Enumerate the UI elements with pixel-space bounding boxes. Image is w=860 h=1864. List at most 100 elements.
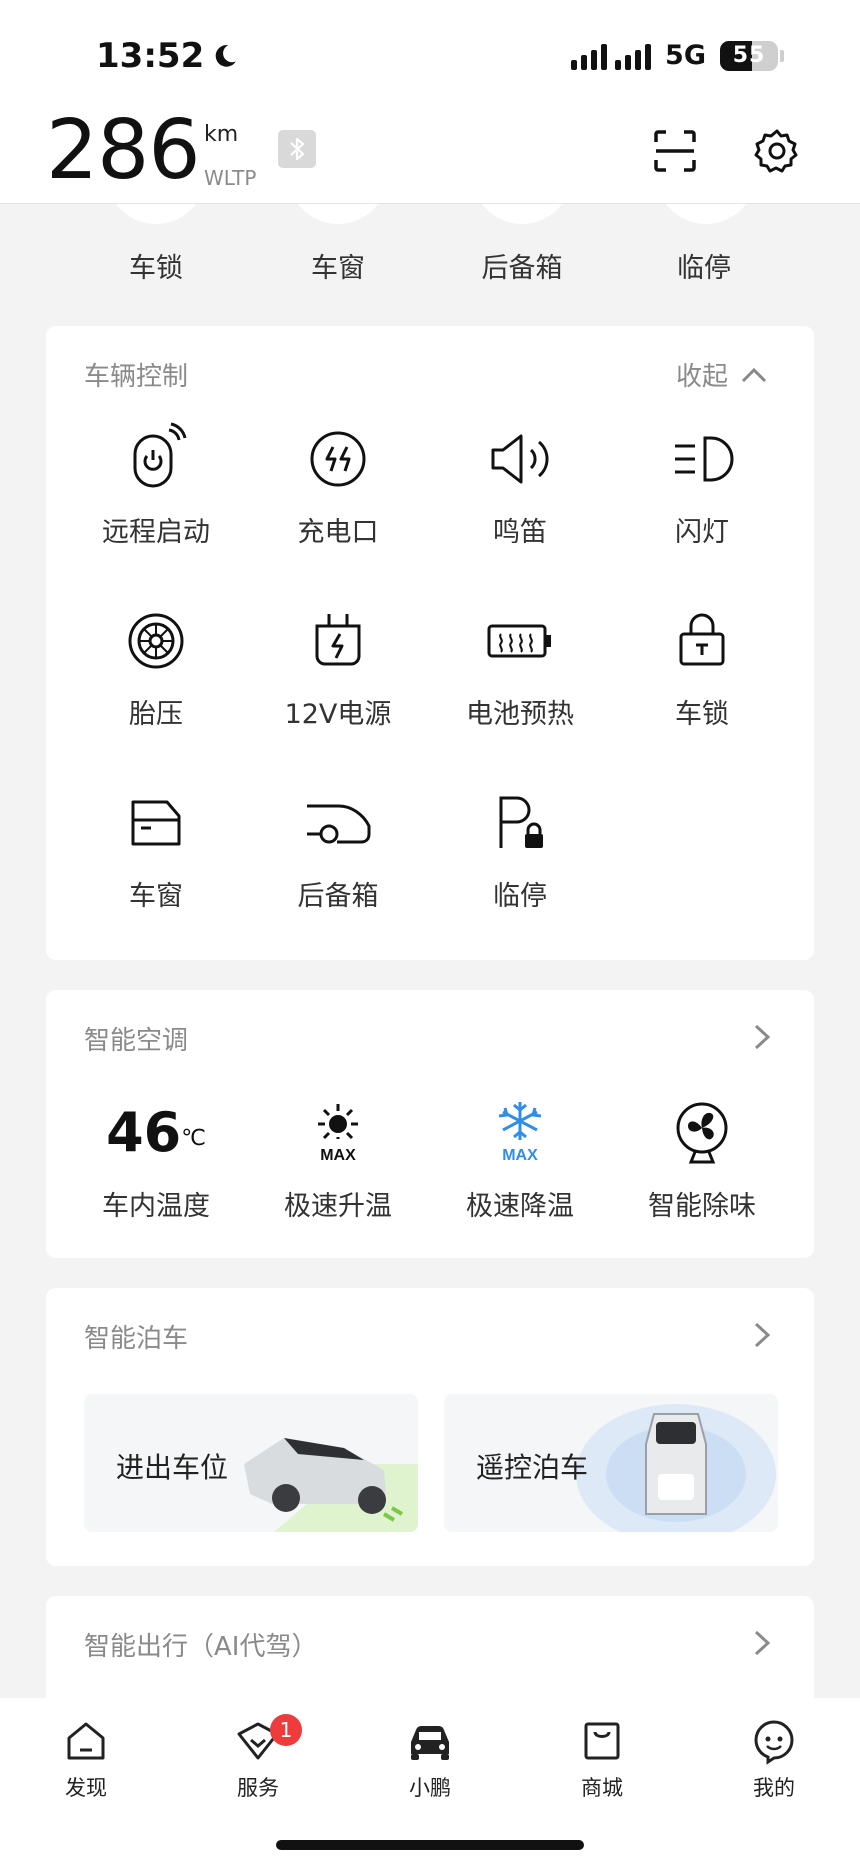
smart-parking-title: 智能泊车 (84, 1324, 189, 1354)
rapid-cool-button[interactable]: MAX 极速降温 (430, 1096, 610, 1223)
tab-mine[interactable]: 我的 (714, 1716, 834, 1802)
horn-icon (491, 434, 549, 484)
lock-label: 车锁 (675, 699, 729, 730)
range-standard: WLTP (204, 166, 257, 190)
range-value: 286 (46, 103, 201, 198)
quick-window-label[interactable]: 车窗 (268, 246, 408, 285)
lock-icon (679, 613, 725, 666)
trunk-icon (307, 804, 371, 844)
tab-mall[interactable]: 商城 (542, 1716, 662, 1802)
rapid-heat-max: MAX (320, 1147, 356, 1164)
home-indicator (276, 1840, 584, 1850)
remote-parking-label: 遥控泊车 (476, 1451, 589, 1484)
temp-unit: ℃ (181, 1126, 206, 1151)
fan-icon (676, 1102, 728, 1164)
quick-controls: 车锁 车窗 后备箱 临停 (0, 174, 860, 304)
remote-parking-tile[interactable]: 遥控泊车 (444, 1394, 778, 1532)
vehicle-control-title: 车辆控制 (84, 362, 189, 392)
tab-service-label: 服务 (237, 1776, 279, 1800)
temp-parking-button[interactable]: 临停 (430, 786, 610, 913)
shopping-bag-icon (584, 1722, 620, 1760)
moon-icon (215, 45, 237, 67)
window-button[interactable]: 车窗 (66, 786, 246, 913)
trunk-label: 后备箱 (297, 881, 379, 912)
smart-travel-title: 智能出行（AI代驾） (84, 1632, 318, 1662)
quick-parking-label[interactable]: 临停 (634, 246, 774, 285)
smart-parking-card: 智能泊车 进出车位 遥控泊车 (46, 1288, 814, 1566)
signal-icon (571, 42, 652, 70)
rapid-heat-icon: MAX (318, 1104, 358, 1164)
battery-preheat-icon (487, 624, 551, 658)
lock-button[interactable]: 车锁 (612, 604, 792, 731)
chevron-up-icon (741, 367, 767, 382)
horn-label: 鸣笛 (493, 517, 547, 548)
rapid-heat-label: 极速升温 (284, 1191, 392, 1222)
12v-power-icon (315, 614, 361, 666)
park-in-out-label: 进出车位 (116, 1451, 229, 1484)
battery-level: 55 (732, 43, 766, 68)
car-remote-image (576, 1404, 776, 1532)
12v-power-button[interactable]: 12V电源 (248, 604, 428, 731)
12v-power-label: 12V电源 (284, 699, 392, 730)
flash-lights-label: 闪灯 (675, 517, 729, 548)
remote-start-button[interactable]: 远程启动 (66, 422, 246, 549)
profile-icon (754, 1720, 794, 1765)
bluetooth-icon (278, 130, 316, 168)
smart-ac-title: 智能空调 (84, 1026, 189, 1056)
tire-pressure-button[interactable]: 胎压 (66, 604, 246, 731)
window-label: 车窗 (129, 881, 183, 912)
smart-ac-card: 智能空调 46℃ 车内温度 MAX 极速升温 MAX 极速降温 智能除味 (46, 990, 814, 1258)
flash-lights-icon (675, 436, 734, 482)
battery-preheat-button[interactable]: 电池预热 (430, 604, 610, 731)
cabin-temp[interactable]: 46℃ 车内温度 (66, 1096, 246, 1223)
tab-service[interactable]: 1 服务 (198, 1714, 318, 1802)
cabin-temp-value: 46℃ (106, 1101, 206, 1164)
temp-parking-icon (499, 796, 543, 848)
status-time: 13:52 (96, 36, 238, 76)
snowflake-icon: MAX (498, 1102, 542, 1164)
scan-icon[interactable] (652, 128, 698, 174)
rapid-heat-button[interactable]: MAX 极速升温 (248, 1096, 428, 1223)
temp-parking-label: 临停 (493, 881, 547, 912)
rapid-cool-max: MAX (502, 1147, 538, 1164)
car-icon (411, 1726, 449, 1760)
remote-start-icon (133, 422, 187, 488)
rapid-cool-label: 极速降温 (466, 1191, 574, 1222)
status-time-text: 13:52 (96, 36, 205, 76)
deodorize-label: 智能除味 (648, 1191, 756, 1222)
chevron-right-icon[interactable] (750, 1320, 774, 1350)
horn-button[interactable]: 鸣笛 (430, 422, 610, 549)
chevron-right-icon[interactable] (750, 1022, 774, 1052)
tab-xpeng-label: 小鹏 (409, 1776, 451, 1800)
tab-mall-label: 商城 (581, 1776, 623, 1800)
window-icon (131, 800, 181, 846)
tab-discover[interactable]: 发现 (26, 1716, 146, 1802)
tire-pressure-icon (128, 613, 184, 669)
collapse-label: 收起 (675, 362, 728, 392)
chevron-right-icon[interactable] (750, 1628, 774, 1658)
deodorize-button[interactable]: 智能除味 (612, 1096, 792, 1223)
battery-icon: 55 (720, 40, 778, 71)
collapse-button[interactable]: 收起 (676, 356, 768, 393)
quick-trunk-label[interactable]: 后备箱 (452, 246, 592, 285)
park-in-out-tile[interactable]: 进出车位 (84, 1394, 418, 1532)
vehicle-control-card: 车辆控制 收起 远程启动 充电口 鸣笛 闪灯 胎压 12V电源 电池预热 车锁 … (46, 326, 814, 960)
charge-port-label: 充电口 (297, 517, 379, 548)
gear-icon[interactable] (754, 128, 800, 174)
charge-port-icon (310, 431, 366, 487)
flash-lights-button[interactable]: 闪灯 (612, 422, 792, 549)
home-icon (67, 1722, 105, 1760)
remote-start-label: 远程启动 (102, 517, 210, 548)
quick-lock-label[interactable]: 车锁 (86, 246, 226, 285)
tire-pressure-label: 胎压 (129, 699, 183, 730)
cabin-temp-label: 车内温度 (102, 1191, 210, 1222)
charge-port-button[interactable]: 充电口 (248, 422, 428, 549)
tab-mine-label: 我的 (753, 1776, 795, 1800)
service-badge: 1 (270, 1714, 302, 1746)
car-parking-image (244, 1438, 418, 1532)
tab-discover-label: 发现 (65, 1776, 107, 1800)
tab-xpeng[interactable]: 小鹏 (370, 1716, 490, 1802)
status-indicators: 5G 55 (571, 40, 784, 71)
trunk-button[interactable]: 后备箱 (248, 786, 428, 913)
top-header: 13:52 5G 55 286 km WLTP (0, 0, 860, 204)
